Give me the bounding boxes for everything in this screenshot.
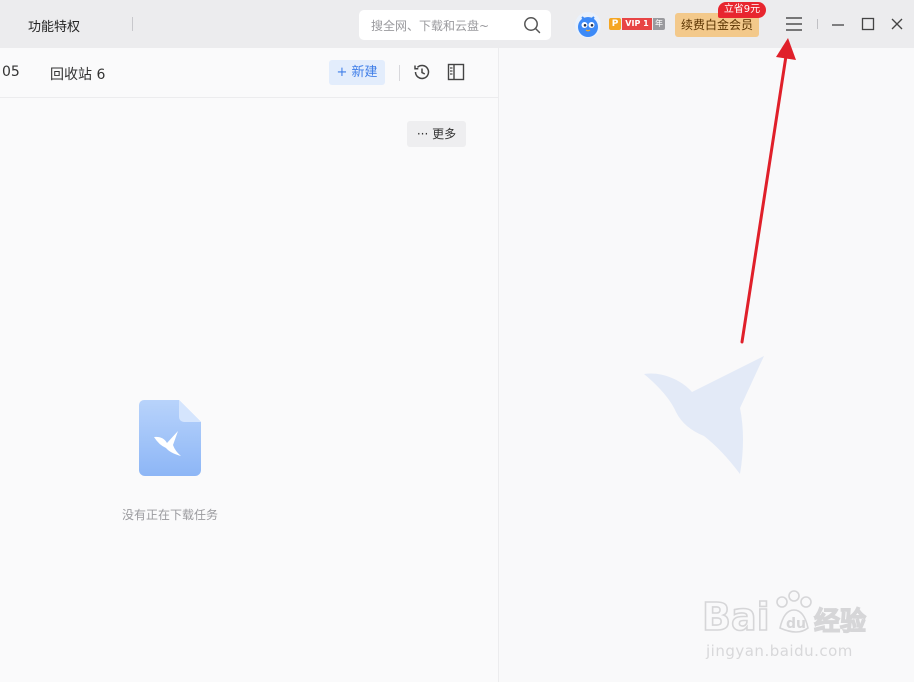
tab-recycle-bin[interactable]: 回收站 6: [50, 64, 105, 84]
download-list-panel: 05 回收站 6 + 新建 ··· 更多 没有正在下载任务: [0, 48, 498, 682]
minimize-icon[interactable]: [830, 16, 846, 32]
more-button[interactable]: ··· 更多: [407, 121, 466, 147]
menu-icon[interactable]: [785, 16, 803, 32]
promo-badge: 立省9元: [718, 2, 766, 18]
annotation-arrow: [740, 38, 796, 344]
list-toolbar: 05 回收站 6 + 新建: [0, 48, 498, 98]
baidu-watermark-url: jingyan.baidu.com: [706, 642, 853, 660]
svg-text:du: du: [786, 616, 806, 632]
empty-file-icon: [139, 400, 201, 476]
svg-text:经验: 经验: [814, 606, 866, 637]
toolbar-separator: [399, 65, 400, 81]
user-avatar[interactable]: [574, 11, 602, 39]
new-task-button[interactable]: + 新建: [329, 60, 385, 85]
history-icon[interactable]: [412, 62, 432, 82]
tab-completed-count[interactable]: 05: [2, 64, 20, 80]
hummingbird-logo-icon: [644, 356, 764, 474]
empty-state-message: 没有正在下载任务: [121, 508, 218, 522]
p-badge: P: [609, 18, 621, 30]
close-icon[interactable]: [889, 16, 905, 32]
side-panel-toggle-icon[interactable]: [447, 63, 465, 81]
feature-privileges-link[interactable]: 功能特权: [28, 16, 80, 35]
search-box[interactable]: 搜全网、下载和云盘~: [359, 10, 551, 40]
search-input[interactable]: 搜全网、下载和云盘~: [371, 17, 489, 34]
window-control-separator: [817, 19, 818, 29]
vip-level-badge: VIP 1: [622, 18, 652, 30]
svg-text:Bai: Bai: [702, 595, 770, 639]
title-separator: [132, 17, 133, 31]
search-icon[interactable]: [523, 16, 541, 34]
vip-year-badge: 年: [653, 18, 665, 30]
maximize-icon[interactable]: [860, 16, 876, 32]
